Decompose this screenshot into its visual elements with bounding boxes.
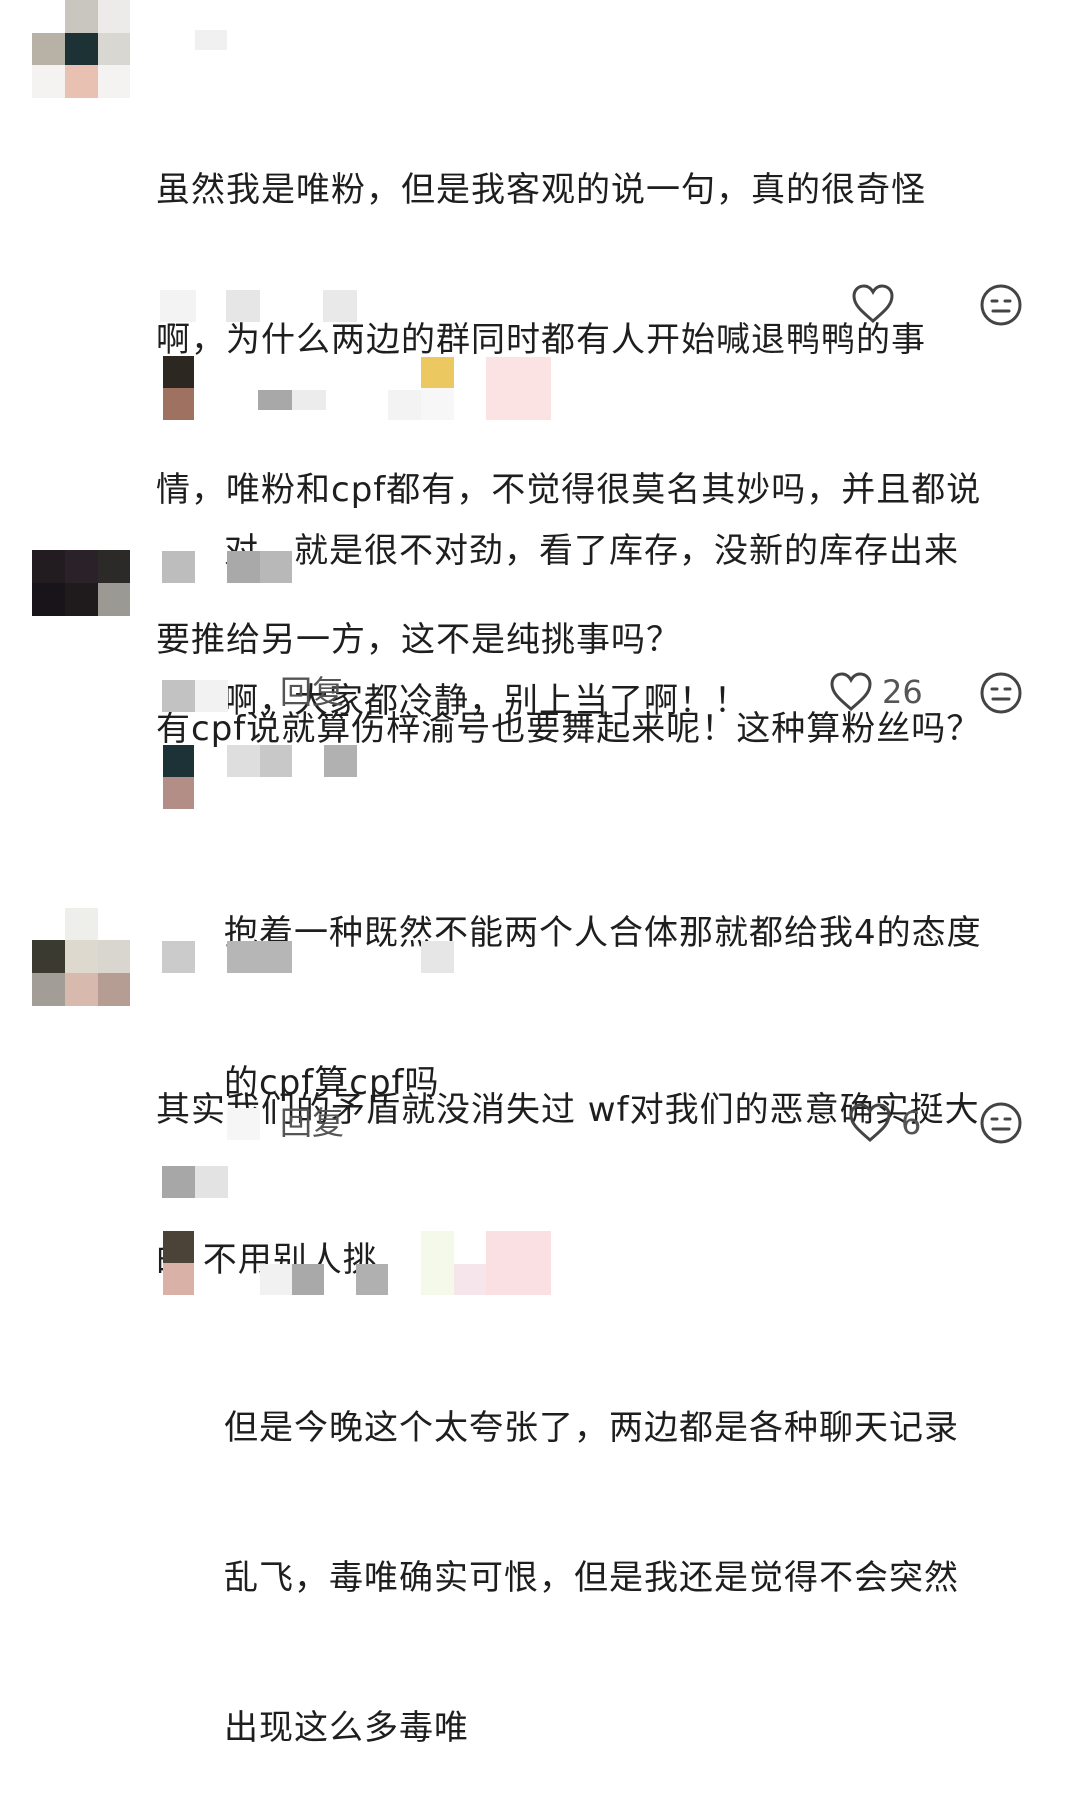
meta-mosaic — [323, 290, 357, 322]
like-count: 6 — [901, 1104, 922, 1142]
username-mosaic — [486, 1231, 551, 1295]
reply-button[interactable]: 回复 — [280, 1103, 344, 1143]
username-mosaic — [162, 941, 195, 973]
username-mosaic — [421, 357, 454, 388]
meta-mosaic — [160, 290, 196, 322]
username-mosaic — [260, 551, 292, 583]
avatar[interactable] — [32, 908, 130, 1006]
username-mosaic — [195, 30, 227, 50]
meta-mosaic — [227, 1108, 260, 1140]
meta-mosaic — [162, 1166, 195, 1198]
meta-mosaic — [162, 680, 195, 712]
comment-text: 但是今晚这个太夸张了，两边都是各种聊天记录 乱飞，毒唯确实可恨，但是我还是觉得不… — [224, 1408, 959, 1748]
meta-mosaic — [226, 290, 260, 322]
avatar[interactable] — [32, 0, 130, 98]
username-mosaic — [227, 941, 292, 973]
username-mosaic — [324, 745, 357, 777]
reply-button[interactable]: 回复 — [280, 672, 344, 712]
meta-mosaic — [195, 1166, 228, 1198]
username-mosaic — [162, 551, 195, 583]
like-count: 26 — [882, 673, 923, 711]
username-mosaic — [421, 388, 454, 420]
username-mosaic — [292, 390, 326, 410]
heart-outline-icon[interactable] — [850, 282, 896, 326]
avatar[interactable] — [163, 356, 194, 420]
avatar[interactable] — [163, 1231, 194, 1295]
username-mosaic — [356, 1264, 388, 1295]
neutral-face-icon[interactable] — [978, 282, 1024, 328]
neutral-face-icon[interactable] — [978, 670, 1024, 716]
username-mosaic — [292, 1264, 324, 1295]
username-mosaic — [421, 1231, 454, 1295]
username-mosaic — [260, 1264, 292, 1295]
username-mosaic — [260, 745, 292, 777]
heart-outline-icon[interactable] — [828, 670, 874, 714]
avatar[interactable] — [32, 550, 130, 616]
username-mosaic — [388, 390, 422, 420]
username-mosaic — [227, 745, 260, 777]
username-mosaic — [227, 551, 260, 583]
neutral-face-icon[interactable] — [978, 1100, 1024, 1146]
username-mosaic — [421, 941, 454, 973]
username-mosaic — [486, 357, 551, 420]
meta-mosaic — [195, 680, 228, 712]
username-mosaic — [258, 390, 292, 410]
username-mosaic — [454, 1264, 486, 1295]
heart-outline-icon[interactable] — [847, 1101, 893, 1145]
avatar[interactable] — [163, 745, 194, 809]
